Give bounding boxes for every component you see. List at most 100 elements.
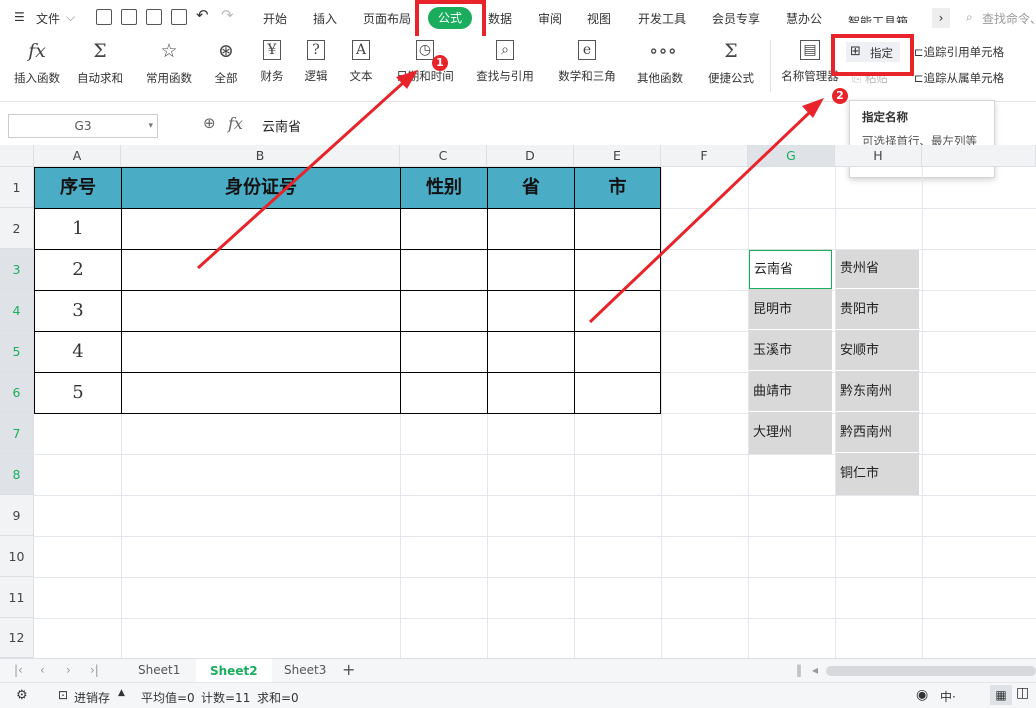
macro-icon[interactable]: ⊡	[58, 688, 68, 702]
header-cell-gender[interactable]: 性别	[400, 167, 488, 209]
chevron-up-icon[interactable]: ▲	[118, 688, 125, 698]
first-sheet-icon[interactable]: |‹	[14, 663, 23, 677]
table-cell[interactable]	[400, 208, 488, 250]
table-row-index-cell[interactable]: 2	[34, 249, 122, 291]
table-cell[interactable]	[487, 372, 575, 414]
table-cell[interactable]	[400, 249, 488, 291]
column-header-a[interactable]: A	[34, 145, 121, 167]
scroll-split-icon[interactable]: ‖	[796, 663, 802, 677]
eye-protection-icon[interactable]: ◉	[916, 687, 928, 703]
row-header-7[interactable]: 7	[0, 413, 34, 454]
tab-home[interactable]: 开始	[263, 10, 287, 27]
status-icon[interactable]: ⚙	[16, 688, 28, 703]
table-cell[interactable]	[487, 208, 575, 250]
tab-smart-toolbox[interactable]: 智能工具箱	[848, 13, 908, 23]
list-item-h[interactable]: 安顺市	[836, 332, 919, 371]
column-header-i[interactable]	[922, 145, 1036, 167]
trace-precedents-button[interactable]: ⊏追踪引用单元格	[914, 44, 1004, 60]
list-item-g[interactable]: 昆明市	[749, 291, 832, 330]
header-cell-province[interactable]: 省	[487, 167, 575, 209]
row-header-12[interactable]: 12	[0, 618, 34, 658]
common-functions-button[interactable]: ☆ 常用函数	[138, 40, 200, 86]
list-item-h[interactable]: 黔西南州	[836, 414, 919, 453]
list-item-g[interactable]: 曲靖市	[749, 373, 832, 412]
table-cell[interactable]	[487, 290, 575, 332]
insert-function-button[interactable]: fx 插入函数	[10, 40, 64, 86]
row-header-1[interactable]: 1	[0, 167, 34, 208]
search-icon[interactable]: ⌕	[966, 10, 973, 25]
list-item-g[interactable]: 大理州	[749, 414, 832, 453]
spreadsheet-grid[interactable]: A B C D E F G H 1 2 3 4 5 6 7 8 9 10 11 …	[0, 145, 1036, 658]
column-header-c[interactable]: C	[400, 145, 487, 167]
tab-insert[interactable]: 插入	[313, 10, 337, 27]
formula-input[interactable]: 云南省	[262, 116, 301, 135]
tab-huibangong[interactable]: 慧办公	[786, 10, 822, 27]
row-header-2[interactable]: 2	[0, 208, 34, 249]
name-box[interactable]: G3 ▾	[8, 114, 158, 138]
fx-icon[interactable]: fx	[228, 114, 243, 133]
column-header-e[interactable]: E	[574, 145, 661, 167]
table-row-index-cell[interactable]: 5	[34, 372, 122, 414]
print-icon[interactable]	[146, 9, 162, 25]
add-sheet-icon[interactable]: +	[342, 660, 355, 679]
date-time-button[interactable]: ◷ 日期和时间	[390, 40, 460, 84]
tab-member[interactable]: 会员专享	[712, 10, 760, 27]
column-header-b[interactable]: B	[121, 145, 400, 167]
table-cell[interactable]	[487, 331, 575, 373]
macro-name[interactable]: 进销存	[74, 689, 110, 706]
header-cell-city[interactable]: 市	[574, 167, 661, 209]
text-button[interactable]: A 文本	[341, 40, 381, 84]
select-all-corner[interactable]	[0, 145, 34, 167]
column-header-g[interactable]: G	[748, 145, 835, 167]
finance-button[interactable]: ¥ 财务	[252, 40, 292, 84]
sheet-tab-2[interactable]: Sheet2	[196, 659, 272, 683]
table-cell[interactable]	[121, 249, 401, 291]
other-functions-button[interactable]: ∘∘∘ 其他函数	[630, 40, 690, 86]
table-cell[interactable]	[574, 372, 661, 414]
table-cell[interactable]	[574, 290, 661, 332]
zoom-icon[interactable]: ⊕	[203, 114, 216, 132]
horizontal-scrollbar[interactable]	[826, 666, 1036, 676]
all-functions-button[interactable]: ⊛ 全部	[206, 40, 246, 86]
save-icon[interactable]	[96, 9, 112, 25]
tab-developer[interactable]: 开发工具	[638, 10, 686, 27]
hamburger-icon[interactable]: ☰	[14, 10, 25, 24]
tab-view[interactable]: 视图	[587, 10, 611, 27]
chevron-down-icon[interactable]: ⌵	[66, 10, 75, 25]
chevron-down-icon[interactable]: ▾	[148, 115, 153, 137]
list-item-h[interactable]: 贵州省	[836, 250, 919, 289]
list-item-g[interactable]: 玉溪市	[749, 332, 832, 371]
active-cell-g3[interactable]: 云南省	[749, 250, 832, 289]
column-header-d[interactable]: D	[487, 145, 574, 167]
prev-sheet-icon[interactable]: ‹	[40, 663, 45, 677]
table-cell[interactable]	[121, 208, 401, 250]
lookup-reference-button[interactable]: ⌕ 查找与引用	[468, 40, 542, 84]
last-sheet-icon[interactable]: ›|	[90, 663, 99, 677]
sheet-tab-1[interactable]: Sheet1	[138, 663, 180, 677]
redo-icon[interactable]: ↷	[221, 6, 234, 24]
table-row-index-cell[interactable]: 3	[34, 290, 122, 332]
column-header-h[interactable]: H	[835, 145, 922, 167]
table-row-index-cell[interactable]: 1	[34, 208, 122, 250]
tab-data[interactable]: 数据	[488, 10, 512, 27]
table-cell[interactable]	[400, 372, 488, 414]
file-menu[interactable]: 文件	[36, 10, 60, 27]
column-header-f[interactable]: F	[661, 145, 748, 167]
table-row-index-cell[interactable]: 4	[34, 331, 122, 373]
scroll-left-icon[interactable]: ◂	[812, 663, 818, 677]
row-header-10[interactable]: 10	[0, 536, 34, 577]
tab-review[interactable]: 审阅	[538, 10, 562, 27]
export-pdf-icon[interactable]	[121, 9, 137, 25]
print-preview-icon[interactable]	[171, 9, 187, 25]
row-header-3[interactable]: 3	[0, 249, 34, 290]
page-view-icon[interactable]: ◫	[1016, 685, 1029, 701]
autosum-button[interactable]: Σ 自动求和	[70, 40, 130, 86]
undo-icon[interactable]: ↶	[196, 6, 209, 24]
table-cell[interactable]	[121, 331, 401, 373]
row-header-11[interactable]: 11	[0, 577, 34, 618]
table-cell[interactable]	[574, 249, 661, 291]
math-trig-button[interactable]: e 数学和三角	[550, 40, 624, 84]
row-header-9[interactable]: 9	[0, 495, 34, 536]
search-command[interactable]: 查找命令、	[982, 10, 1036, 27]
list-item-h[interactable]: 贵阳市	[836, 291, 919, 330]
